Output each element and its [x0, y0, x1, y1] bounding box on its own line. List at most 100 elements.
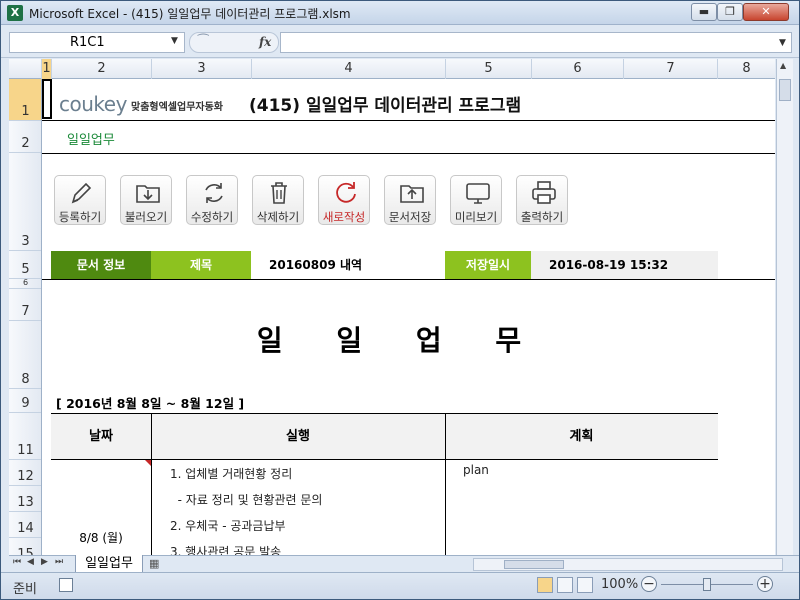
row-header[interactable]: 5: [9, 251, 41, 279]
zoom-in-icon[interactable]: +: [757, 576, 773, 592]
row-header[interactable]: 6: [9, 278, 41, 289]
print-button[interactable]: 출력하기: [516, 175, 568, 225]
row-headers: 1 2 3 5 6 7 8 9 11 12 13 14 15: [9, 79, 42, 555]
info-divider: [42, 279, 775, 280]
next-sheet-icon[interactable]: ▶: [41, 557, 48, 567]
status-ready: 준비: [13, 582, 37, 597]
register-button[interactable]: 등록하기: [54, 175, 106, 225]
column-header[interactable]: 8: [718, 59, 775, 79]
excel-app-icon[interactable]: X: [7, 5, 23, 21]
doc-info-label: 문서 정보: [51, 251, 151, 279]
row-header[interactable]: 12: [9, 460, 41, 486]
title-bar: X Microsoft Excel - (415) 일일업무 데이터관리 프로그…: [1, 1, 799, 25]
comment-marker[interactable]: [145, 460, 151, 466]
table-divider: [445, 413, 446, 555]
select-all-corner[interactable]: [9, 59, 42, 79]
monitor-icon: [466, 183, 490, 204]
expand-formula-bar-icon[interactable]: ▼: [779, 38, 786, 48]
name-box[interactable]: R1C1: [9, 32, 185, 53]
insert-sheet-icon[interactable]: ▦: [149, 557, 169, 572]
sheet-label: 일일업무: [67, 133, 115, 148]
maximize-button[interactable]: ❐: [717, 3, 743, 21]
formula-input[interactable]: [280, 32, 792, 53]
row-header[interactable]: 9: [9, 389, 41, 413]
first-sheet-icon[interactable]: ⏮: [13, 557, 21, 567]
horizontal-scroll-thumb[interactable]: [504, 560, 564, 569]
row-header[interactable]: 14: [9, 512, 41, 538]
column-header[interactable]: 4: [252, 59, 446, 79]
folder-upload-icon: [400, 185, 424, 203]
prev-sheet-icon[interactable]: ◀: [27, 557, 34, 567]
column-header[interactable]: 2: [52, 59, 152, 79]
edit-button-label: 수정하기: [190, 210, 234, 224]
vertical-scroll-thumb[interactable]: [779, 79, 791, 101]
column-headers: 1 2 3 4 5 6 7 8: [9, 59, 775, 79]
excel-window: X Microsoft Excel - (415) 일일업무 데이터관리 프로그…: [0, 0, 800, 600]
page-break-view-icon[interactable]: [577, 577, 593, 593]
folder-download-icon: [136, 185, 160, 203]
document-title: 일 일 업 무: [256, 324, 544, 357]
new-document-button[interactable]: 새로작성: [318, 175, 370, 225]
column-header[interactable]: 1: [42, 59, 52, 79]
sheet-tab-active[interactable]: 일일업무: [75, 555, 143, 573]
column-header[interactable]: 5: [446, 59, 532, 79]
row-header[interactable]: 7: [9, 289, 41, 321]
printer-icon: [532, 181, 556, 204]
row-header[interactable]: 8: [9, 321, 41, 389]
active-cell-cursor[interactable]: [42, 79, 52, 119]
row-header[interactable]: 2: [9, 121, 41, 153]
subject-value[interactable]: 20160809 내역: [251, 251, 445, 279]
new-document-button-label: 새로작성: [322, 210, 366, 224]
save-document-button-label: 문서저장: [388, 210, 432, 224]
brand-tagline: 맞춤형엑셀업무자동화: [131, 102, 223, 113]
chevron-down-icon[interactable]: ▼: [171, 36, 178, 46]
save-document-button[interactable]: 문서저장: [384, 175, 436, 225]
window-title: Microsoft Excel - (415) 일일업무 데이터관리 프로그램.…: [29, 7, 351, 21]
task-line[interactable]: - 자료 정리 및 현황관련 문의: [170, 491, 323, 508]
column-header[interactable]: 6: [532, 59, 624, 79]
print-button-label: 출력하기: [520, 210, 564, 224]
zoom-out-icon[interactable]: −: [641, 576, 657, 592]
preview-button[interactable]: 미리보기: [450, 175, 502, 225]
register-button-label: 등록하기: [58, 210, 102, 224]
delete-button[interactable]: 삭제하기: [252, 175, 304, 225]
close-button[interactable]: ✕: [743, 3, 789, 21]
row-header[interactable]: 11: [9, 413, 41, 460]
zoom-level[interactable]: 100%: [601, 577, 638, 592]
edit-button[interactable]: 수정하기: [186, 175, 238, 225]
new-doc-icon: [336, 182, 356, 203]
trash-icon: [271, 182, 287, 204]
row-header[interactable]: 3: [9, 153, 41, 251]
column-header[interactable]: 3: [152, 59, 252, 79]
last-sheet-icon[interactable]: ⏭: [55, 557, 63, 567]
plan-cell[interactable]: plan: [463, 463, 489, 477]
insert-function-icon[interactable]: fx: [259, 35, 271, 49]
table-divider: [151, 413, 152, 555]
task-line[interactable]: 2. 우체국 - 공과금납부: [170, 517, 286, 534]
task-line[interactable]: 1. 업체별 거래현황 정리: [170, 465, 292, 482]
status-bar: 준비 100% − +: [1, 572, 799, 599]
row-header[interactable]: 1: [9, 79, 41, 121]
normal-view-icon[interactable]: [537, 577, 553, 593]
minimize-button[interactable]: ▬: [691, 3, 717, 21]
row-header[interactable]: 15: [9, 538, 41, 555]
row-header[interactable]: 13: [9, 486, 41, 512]
column-plan: 계획: [569, 429, 594, 444]
column-header[interactable]: 7: [624, 59, 718, 79]
scroll-up-icon[interactable]: ▲: [780, 61, 786, 70]
date-cell[interactable]: 8/8 (월): [51, 529, 151, 546]
vertical-scrollbar[interactable]: ▲: [776, 59, 793, 555]
refresh-icon: [205, 183, 223, 203]
horizontal-scrollbar[interactable]: [473, 558, 783, 571]
macro-record-icon[interactable]: [59, 578, 73, 592]
zoom-slider-thumb[interactable]: [703, 578, 711, 591]
pencil-icon: [71, 182, 92, 204]
page-layout-view-icon[interactable]: [557, 577, 573, 593]
label-divider: [42, 153, 775, 154]
column-date: 날짜: [89, 429, 113, 444]
subject-label: 제목: [151, 251, 251, 279]
preview-button-label: 미리보기: [454, 210, 498, 224]
task-line[interactable]: 3. 행사관련 공문 발송: [170, 543, 281, 555]
worksheet[interactable]: coukey 맞춤형엑셀업무자동화 (415) 일일업무 데이터관리 프로그램 …: [42, 79, 775, 555]
load-button[interactable]: 불러오기: [120, 175, 172, 225]
